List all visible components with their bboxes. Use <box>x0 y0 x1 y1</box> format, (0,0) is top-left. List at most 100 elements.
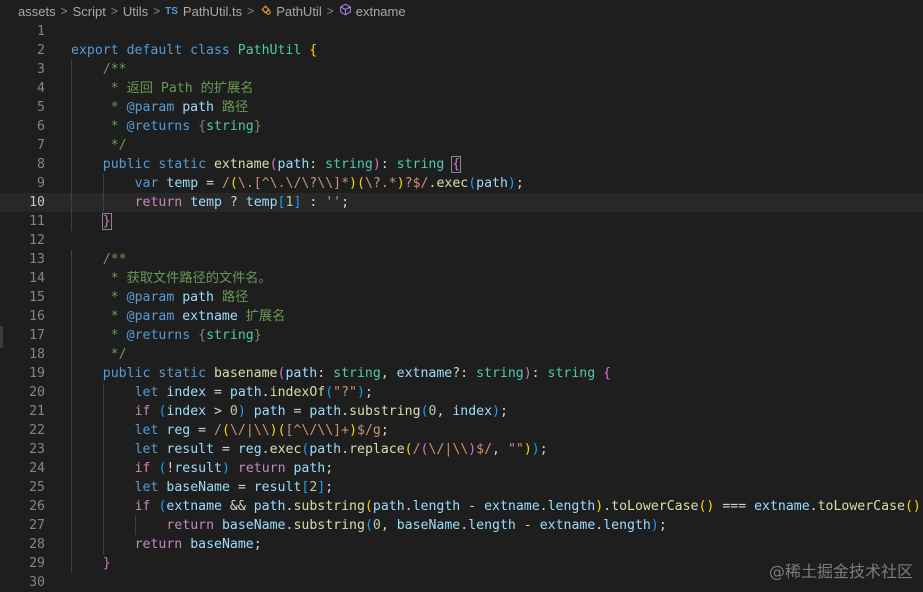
breadcrumb-item-assets[interactable]: assets <box>18 4 56 19</box>
breadcrumb-item-method[interactable]: extname <box>339 3 406 19</box>
code-token: string <box>547 366 596 381</box>
indent-guide <box>71 516 72 535</box>
line-number: 26 <box>29 499 45 514</box>
line-number: 27 <box>29 518 45 533</box>
code-token: temp <box>166 176 199 191</box>
code-line[interactable]: 14 * 获取文件路径的文件名。 <box>0 269 923 288</box>
code-line[interactable]: 18 */ <box>0 345 923 364</box>
code-line[interactable]: 13 /** <box>0 250 923 269</box>
code-token: } <box>253 328 262 343</box>
code-token: exec <box>269 442 302 457</box>
code-token: \.[^\.\/\?\\]* <box>237 176 350 191</box>
indent-guide <box>102 383 104 402</box>
code-line[interactable]: 17 * @returns {string} <box>0 326 923 345</box>
code-token: string <box>476 366 524 381</box>
line-number: 30 <box>29 575 45 590</box>
code-line[interactable]: 19 public static basename(path: string, e… <box>0 364 923 383</box>
code-token: temp <box>245 195 278 210</box>
code-token: ) <box>650 518 659 533</box>
code-token: reg <box>166 423 191 438</box>
code-line[interactable]: 26 if (extname && path.substring(path.len… <box>0 497 923 516</box>
indent-guide <box>102 421 104 440</box>
code-line[interactable]: 21 if (index > 0) path = path.substring(0… <box>0 402 923 421</box>
code-text: * @param extname 扩展名 <box>103 307 286 326</box>
code-line[interactable]: 15 * @param path 路径 <box>0 288 923 307</box>
code-token: ( <box>420 404 429 419</box>
code-token: ; <box>325 461 334 476</box>
code-token: = <box>285 404 310 419</box>
code-token: string <box>333 366 381 381</box>
code-line[interactable]: 7 */ <box>0 136 923 155</box>
code-token: { <box>451 156 462 173</box>
code-text: public static basename(path: string, ext… <box>103 364 611 383</box>
code-token: let <box>134 385 159 400</box>
code-token: let <box>134 423 159 438</box>
code-line[interactable]: 3 /** <box>0 60 923 79</box>
code-token: ) <box>349 176 357 191</box>
code-line[interactable]: 1 <box>0 22 923 41</box>
code-line[interactable]: 28 return baseName; <box>0 535 923 554</box>
code-line[interactable]: 8 public static extname(path: string): st… <box>0 155 923 174</box>
code-token: if <box>134 499 151 514</box>
code-token: toLowerCase <box>817 499 905 514</box>
code-token: substring <box>293 518 365 533</box>
line-number: 11 <box>29 214 45 229</box>
code-line[interactable]: 24 if (!result) return path; <box>0 459 923 478</box>
indent-guide <box>71 440 72 459</box>
code-line[interactable]: 25 let baseName = result[2]; <box>0 478 923 497</box>
indent-guide <box>71 117 72 136</box>
code-token: === <box>714 499 755 514</box>
code-line[interactable]: 22 let reg = /(\/|\\)([^\/\\]+)$/g; <box>0 421 923 440</box>
line-number: 12 <box>29 233 45 248</box>
code-token: ; <box>364 385 373 400</box>
code-token: exec <box>436 176 469 191</box>
code-token: , <box>436 404 453 419</box>
breadcrumb-item-class[interactable]: PathUtil <box>259 3 322 19</box>
code-token: / <box>412 442 421 457</box>
code-token: string <box>206 328 254 343</box>
code-token: string <box>325 157 373 172</box>
code-line[interactable]: 12 <box>0 231 923 250</box>
code-line[interactable]: 4 * 返回 Path 的扩展名 <box>0 79 923 98</box>
code-text: * @param path 路径 <box>103 98 249 117</box>
code-line[interactable]: 16 * @param extname 扩展名 <box>0 307 923 326</box>
code-token: * <box>102 290 127 305</box>
line-number: 9 <box>37 176 45 191</box>
code-token: reg <box>237 442 262 457</box>
code-token: . <box>603 499 612 514</box>
code-line[interactable]: 2 export default class PathUtil { <box>0 41 923 60</box>
code-line[interactable]: 27 return baseName.substring(0, baseName.… <box>0 516 923 535</box>
indent-guide <box>134 516 136 535</box>
code-text: let index = path.indexOf("?"); <box>135 383 373 402</box>
code-token: path <box>182 100 214 115</box>
breadcrumb-item-utils[interactable]: Utils <box>123 4 148 19</box>
indent-guide <box>71 364 72 383</box>
code-token: ; <box>515 176 524 191</box>
code-text: * @returns {string} <box>103 326 262 345</box>
code-line[interactable]: 5 * @param path 路径 <box>0 98 923 117</box>
code-line[interactable]: 6 * @returns {string} <box>0 117 923 136</box>
code-token: string <box>206 119 254 134</box>
line-number: 1 <box>37 24 45 39</box>
code-line[interactable]: 20 let index = path.indexOf("?"); <box>0 383 923 402</box>
breadcrumb-item-script[interactable]: Script <box>73 4 106 19</box>
line-number: 3 <box>37 62 45 77</box>
code-line[interactable]: 23 let result = reg.exec(path.replace(/(\… <box>0 440 923 459</box>
code-token: = <box>198 176 222 191</box>
code-token: */ <box>102 138 127 153</box>
code-line[interactable]: 11} <box>0 212 923 231</box>
code-line[interactable]: 9 var temp = /(\.[^\.\/\?\\]*)(\?.*)?$/.e… <box>0 174 923 193</box>
line-number: 10 <box>29 195 45 210</box>
code-token: path <box>476 176 508 191</box>
code-token: . <box>341 404 350 419</box>
code-token: ( <box>468 176 477 191</box>
code-token: path <box>253 499 286 514</box>
breadcrumb-item-file[interactable]: TS PathUtil.ts <box>165 4 242 19</box>
code-token: . <box>261 442 270 457</box>
code-line[interactable]: 10 return temp ? temp[1] : ''; <box>0 193 923 212</box>
code-text: export default class PathUtil { <box>71 41 317 60</box>
code-editor[interactable]: 1 2 export default class PathUtil {3/** 4 *… <box>0 22 923 590</box>
code-token: ) <box>269 423 278 438</box>
